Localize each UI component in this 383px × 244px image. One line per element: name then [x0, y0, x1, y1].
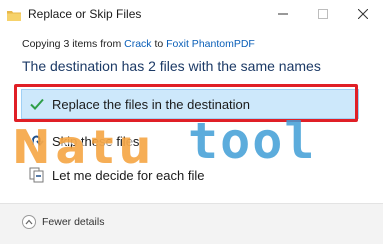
destination-folder-link[interactable]: Foxit PhantomPDF: [166, 38, 255, 50]
folder-icon: [7, 8, 21, 21]
maximize-icon: [318, 9, 328, 19]
replace-or-skip-dialog: Replace or Skip Files Copying 3 items fr…: [0, 0, 383, 244]
copy-prefix: Copying 3 items from: [22, 38, 125, 50]
skip-files-label: Skip these files: [52, 133, 140, 149]
chevron-up-icon: [22, 215, 36, 229]
maximize-button[interactable]: [308, 4, 338, 24]
minimize-button[interactable]: [268, 4, 298, 24]
skip-files-option[interactable]: Skip these files: [22, 127, 358, 155]
copy-middle: to: [151, 38, 167, 50]
decide-files-icon: [28, 166, 46, 184]
fewer-details-label: Fewer details: [42, 216, 105, 228]
title-bar[interactable]: Replace or Skip Files: [0, 0, 383, 30]
close-icon: [358, 9, 368, 19]
decide-each-file-label: Let me decide for each file: [52, 167, 205, 183]
window-title: Replace or Skip Files: [28, 7, 142, 21]
copy-progress-text: Copying 3 items from Crack to Foxit Phan…: [22, 38, 255, 50]
fewer-details-toggle[interactable]: Fewer details: [22, 215, 104, 229]
skip-arrow-icon: [28, 132, 46, 150]
minimize-icon: [278, 9, 288, 19]
source-folder-link[interactable]: Crack: [124, 38, 151, 50]
annotation-highlight: [14, 84, 358, 122]
decide-each-file-option[interactable]: Let me decide for each file: [22, 161, 358, 189]
conflict-headline: The destination has 2 files with the sam…: [22, 58, 321, 74]
close-button[interactable]: [348, 4, 378, 24]
